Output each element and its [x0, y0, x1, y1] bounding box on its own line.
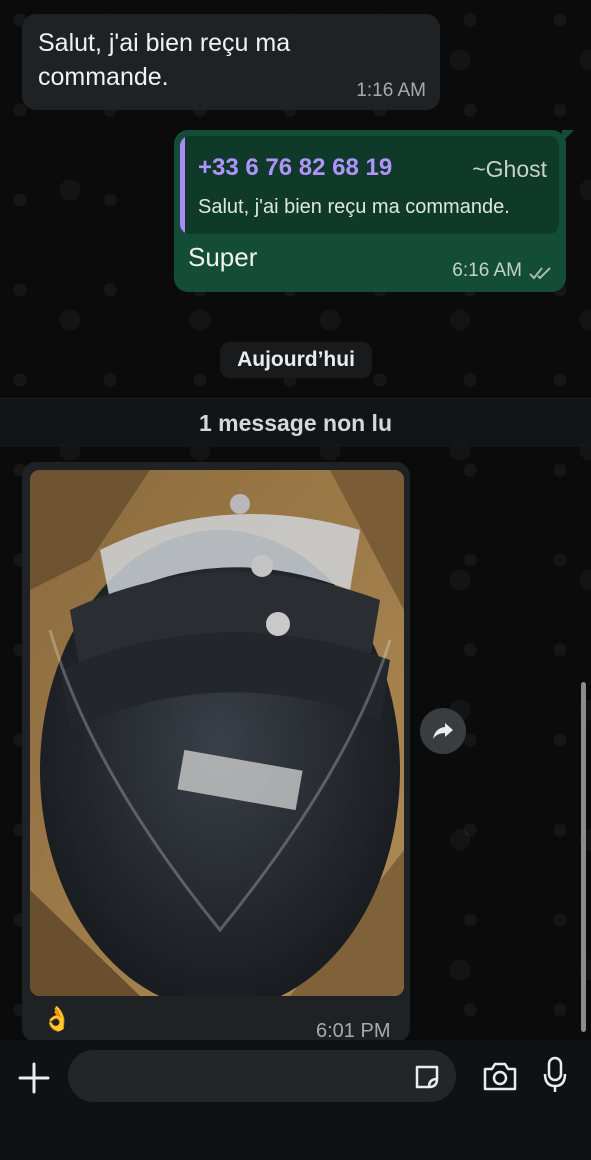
double-check-icon	[529, 267, 551, 280]
plus-icon[interactable]	[16, 1060, 52, 1096]
chat-area[interactable]: Salut, j'ai bien reçu ma commande. 1:16 …	[0, 0, 591, 1042]
incoming-message[interactable]: Salut, j'ai bien reçu ma commande. 1:16 …	[22, 14, 440, 110]
forward-arrow-icon	[433, 723, 453, 739]
message-text: Super	[188, 242, 258, 272]
quote-accent-bar	[180, 136, 185, 234]
quoted-sender-alias: ~Ghost	[472, 156, 547, 182]
message-time: 6:16 AM	[452, 260, 522, 281]
forward-button[interactable]	[420, 708, 466, 754]
quoted-text: Salut, j'ai bien reçu ma commande.	[198, 196, 510, 218]
message-input[interactable]	[68, 1050, 456, 1102]
unread-banner: 1 message non lu	[0, 398, 591, 447]
camera-icon[interactable]	[482, 1060, 518, 1092]
quoted-sender-phone: +33 6 76 82 68 19	[198, 154, 393, 181]
photo-image	[30, 470, 404, 996]
sticker-icon[interactable]	[412, 1062, 442, 1092]
scrollbar[interactable]	[581, 682, 586, 1032]
reaction-emoji[interactable]: 👌	[42, 1006, 72, 1034]
quoted-reply[interactable]: +33 6 76 82 68 19 ~Ghost Salut, j'ai bie…	[180, 136, 559, 234]
date-divider: Aujourd’hui	[220, 342, 372, 378]
photo-attachment[interactable]	[30, 470, 404, 996]
microphone-icon[interactable]	[542, 1056, 568, 1094]
message-time: 1:16 AM	[356, 80, 426, 101]
incoming-photo-message[interactable]	[22, 462, 410, 1042]
outgoing-message[interactable]: +33 6 76 82 68 19 ~Ghost Salut, j'ai bie…	[174, 130, 574, 292]
